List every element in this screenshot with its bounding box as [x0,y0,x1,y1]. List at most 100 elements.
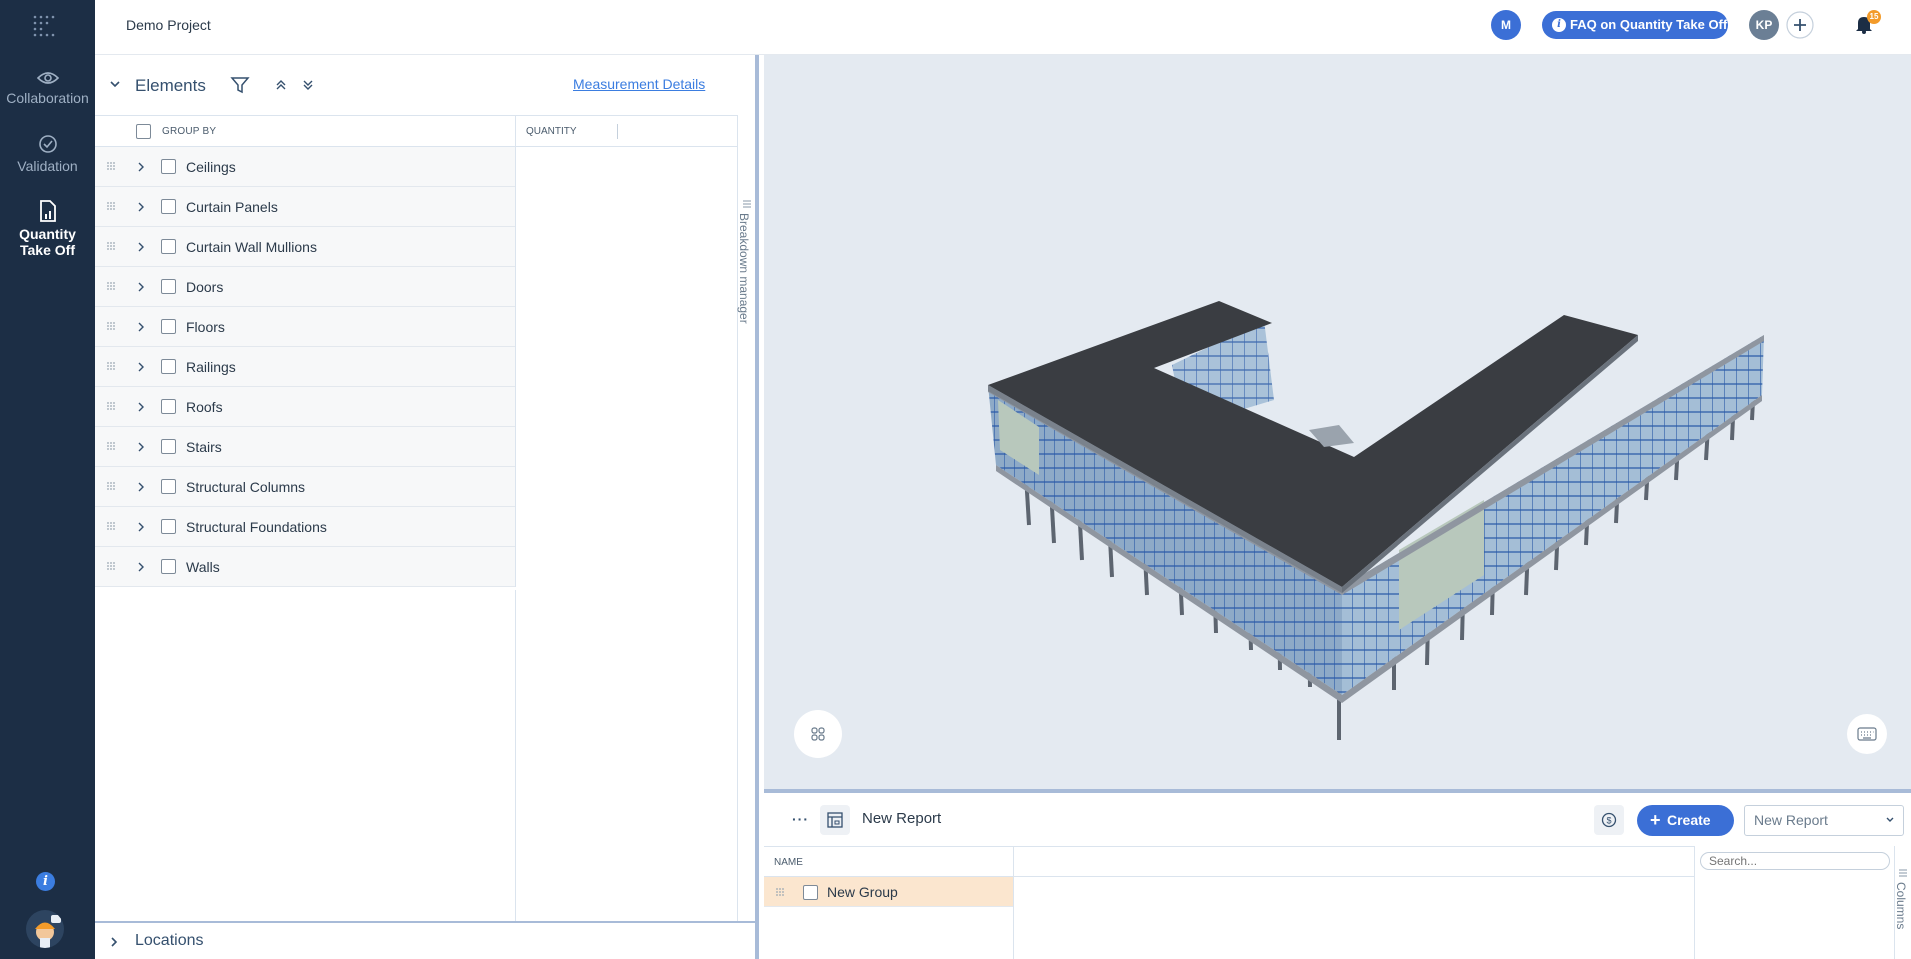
grip-icon [1899,869,1907,877]
row-checkbox[interactable] [161,319,176,334]
keyboard-shortcuts-button[interactable] [1847,714,1887,754]
chevron-right-icon[interactable] [137,161,145,173]
measurement-details-link[interactable]: Measurement Details [573,76,705,92]
row-label: Structural Foundations [186,519,327,535]
drag-handle-icon[interactable] [107,522,117,530]
breakdown-manager-tab[interactable]: Breakdown manager [737,115,755,921]
table-row[interactable]: Structural Columns [95,467,617,507]
drag-handle-icon[interactable] [107,242,117,250]
chevron-right-icon[interactable] [137,361,145,373]
locations-section[interactable]: Locations [95,921,755,959]
table-row[interactable]: Curtain Wall Mullions [95,227,617,267]
chevron-right-icon[interactable] [137,521,145,533]
sidebar-item-quantity-take-off[interactable]: Quantity Take Off [0,200,95,258]
add-user-button[interactable] [1785,10,1815,40]
sidebar-item-collaboration[interactable]: Collaboration [0,70,95,106]
drag-handle-icon[interactable] [107,322,117,330]
info-icon: i [1552,18,1566,32]
name-header[interactable]: NAME [774,857,803,868]
row-checkbox[interactable] [161,159,176,174]
report-select-value: New Report [1754,812,1828,828]
drag-handle-icon[interactable] [776,888,786,896]
3d-model-viewer[interactable] [764,55,1911,789]
create-button[interactable]: + Create [1637,805,1734,836]
chevron-right-icon[interactable] [137,481,145,493]
table-row[interactable]: Floors [95,307,617,347]
table-row[interactable]: Railings [95,347,617,387]
row-checkbox[interactable] [161,479,176,494]
drag-handle-icon[interactable] [107,362,117,370]
row-checkbox[interactable] [161,199,176,214]
table-row[interactable]: Walls [95,547,617,587]
info-icon[interactable]: i [36,872,55,891]
elements-header: Elements Measurement Details [95,55,755,115]
row-checkbox[interactable] [161,559,176,574]
project-name[interactable]: Demo Project [126,17,211,33]
quantity-cell [515,467,617,507]
drag-handle-icon[interactable] [107,482,117,490]
table-row[interactable]: Roofs [95,387,617,427]
row-label: Doors [186,279,224,295]
group-by-header[interactable]: GROUP BY [162,126,216,137]
select-all-checkbox[interactable] [136,124,151,139]
chevron-right-icon[interactable] [137,441,145,453]
row-checkbox[interactable] [161,279,176,294]
report-title: New Report [862,810,942,827]
chevron-right-icon[interactable] [137,321,145,333]
chevron-down-icon[interactable] [109,79,121,89]
view-options-button[interactable] [794,710,842,758]
drag-handle-icon[interactable] [107,442,117,450]
quantity-header[interactable]: QUANTITY [526,126,577,137]
row-checkbox[interactable] [161,359,176,374]
chevron-right-icon[interactable] [137,401,145,413]
row-checkbox[interactable] [161,239,176,254]
table-row[interactable]: Stairs [95,427,617,467]
chevron-right-icon[interactable] [137,281,145,293]
sidebar-item-validation[interactable]: Validation [0,134,95,174]
report-select[interactable]: New Report [1744,805,1904,836]
row-checkbox[interactable] [803,885,818,900]
filter-icon[interactable] [230,75,250,95]
chevron-right-icon[interactable] [137,201,145,213]
search-input[interactable] [1700,852,1890,870]
assistant-avatar[interactable] [26,910,64,948]
row-checkbox[interactable] [161,439,176,454]
row-label: Floors [186,319,225,335]
drag-handle-icon[interactable] [107,282,117,290]
drag-handle-icon[interactable] [107,202,117,210]
drag-handle-icon[interactable] [107,562,117,570]
chevron-right-icon[interactable] [137,561,145,573]
row-checkbox[interactable] [161,399,176,414]
elements-panel: Elements Measurement Details GROUP BY QU… [95,55,759,959]
quantity-cell [515,307,617,347]
group-name: New Group [827,884,898,900]
quantity-cell [515,267,617,307]
drag-handle-icon[interactable] [107,162,117,170]
user-avatar[interactable]: KP [1749,10,1779,40]
collapse-all-icon[interactable] [275,79,287,91]
faq-button[interactable]: i FAQ on Quantity Take Off [1542,11,1728,39]
more-options-button[interactable]: ··· [792,811,809,827]
table-row[interactable]: Curtain Panels [95,187,617,227]
row-label: Curtain Wall Mullions [186,239,317,255]
row-label: Walls [186,559,220,575]
chevron-right-icon[interactable] [109,936,119,948]
report-layout-button[interactable] [820,805,850,835]
table-row[interactable]: Doors [95,267,617,307]
table-row[interactable]: New Group [764,877,1013,907]
app-logo-icon[interactable] [32,14,58,40]
currency-button[interactable]: $ [1594,805,1624,835]
expand-all-icon[interactable] [302,79,314,91]
building-model[interactable] [764,55,1911,789]
drag-handle-icon[interactable] [107,402,117,410]
grid-header: GROUP BY QUANTITY [95,116,737,147]
column-resize-handle[interactable] [617,124,618,139]
table-row[interactable]: Structural Foundations [95,507,617,547]
chevron-down-icon [1886,817,1894,822]
row-checkbox[interactable] [161,519,176,534]
table-row[interactable]: Ceilings [95,147,617,187]
quantity-cell [515,147,617,187]
avatar[interactable]: M [1491,10,1521,40]
chevron-right-icon[interactable] [137,241,145,253]
columns-tab[interactable]: Columns [1894,846,1911,959]
